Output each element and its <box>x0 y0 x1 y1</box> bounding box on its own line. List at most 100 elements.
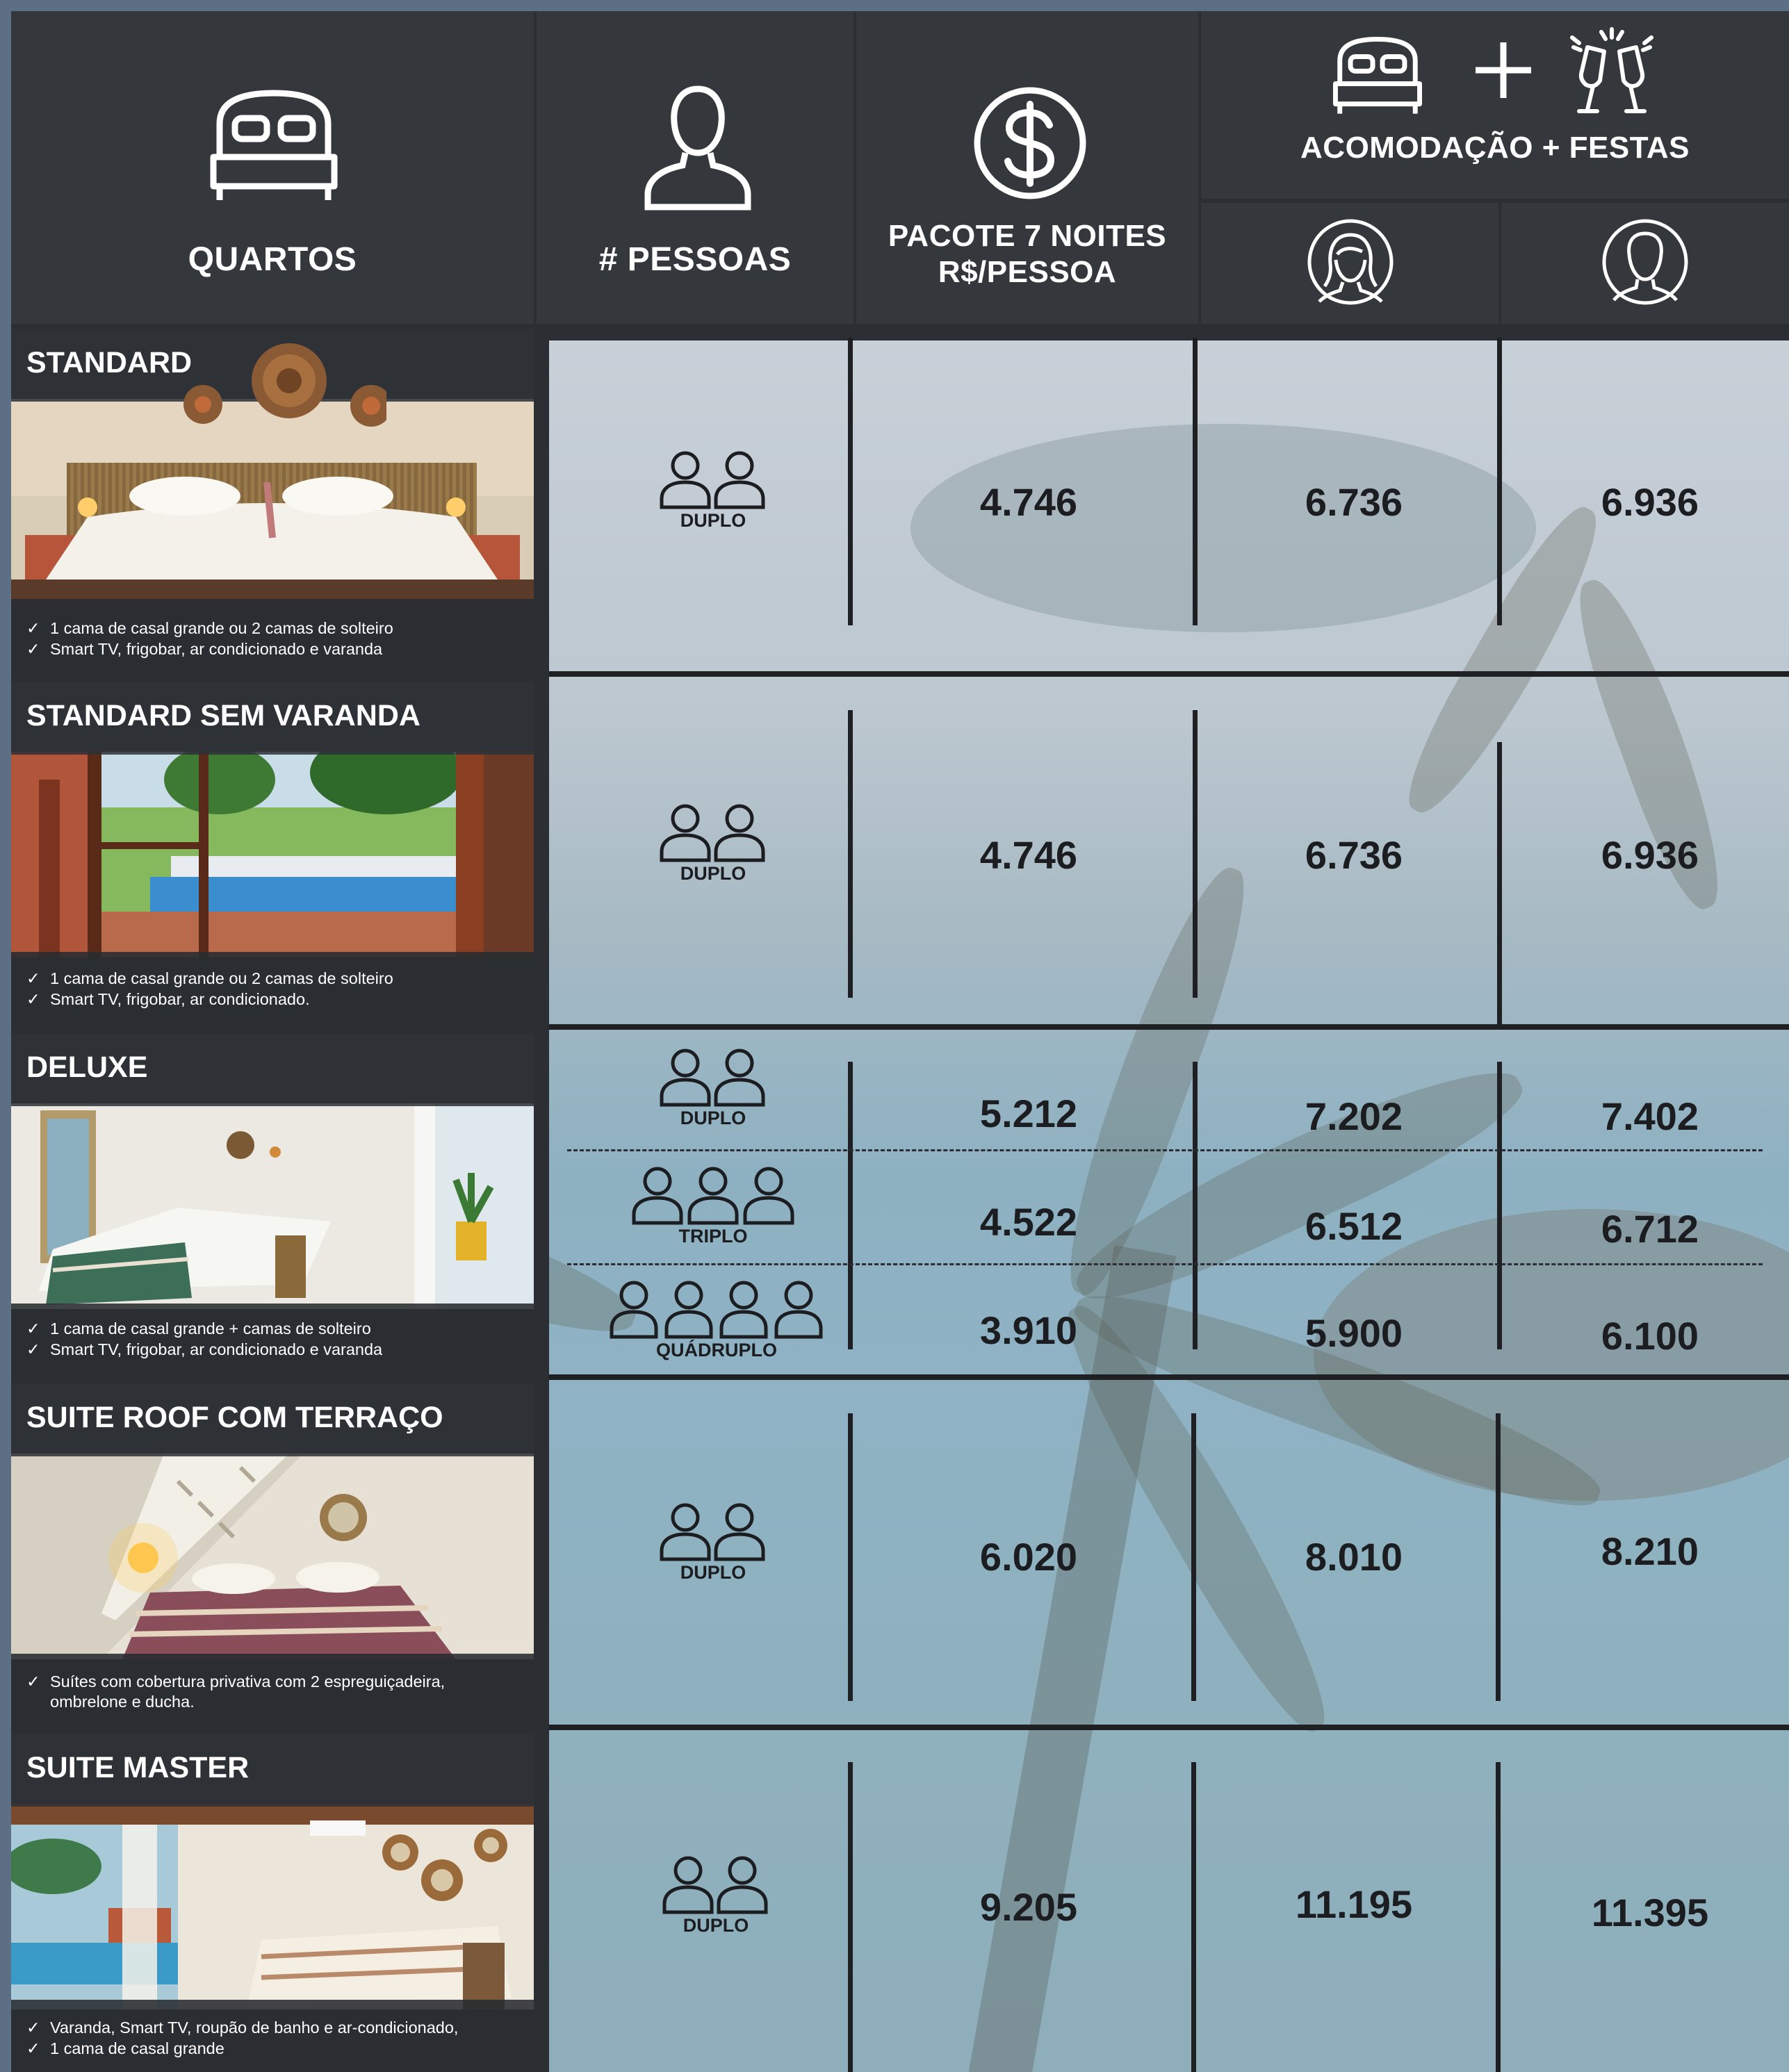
price-male: 6.100 <box>1601 1314 1699 1358</box>
dollar-icon <box>974 87 1086 199</box>
occupancy-label: DUPLO <box>680 863 746 884</box>
row-separator <box>549 671 1789 677</box>
check-icon: ✓ <box>26 969 40 987</box>
column-divider <box>1191 1762 1196 2072</box>
four-people-icon <box>610 1281 823 1339</box>
price-female: 5.900 <box>1305 1311 1403 1355</box>
room-feature: ✓ 1 cama de casal grande ou 2 camas de so… <box>26 619 393 637</box>
header-male-cell <box>1501 203 1789 324</box>
header-package-line2: R$/PESSOA <box>938 255 1117 289</box>
column-divider <box>848 338 853 625</box>
room-feature: ✓ Varanda, Smart TV, roupão de banho e ar… <box>26 2018 459 2037</box>
room-title: DELUXE <box>26 1051 148 1084</box>
room-feature: ✓ Smart TV, frigobar, ar condicionado e v… <box>26 1340 383 1358</box>
occupancy-triplo: TRIPLO <box>609 1165 817 1247</box>
price-male: 11.395 <box>1591 1891 1709 1934</box>
occupancy-duplo: DUPLO <box>630 1501 797 1584</box>
price-female: 11.195 <box>1295 1882 1413 1926</box>
column-divider <box>848 1762 853 2072</box>
header-combo-label: ACOMODAÇÃO + FESTAS <box>1300 131 1690 165</box>
room-card-suite-master: SUITE MASTER ✓ Varanda, Smart TV, roupão … <box>11 1734 534 2072</box>
column-divider <box>1193 338 1198 625</box>
bed-icon <box>210 90 338 200</box>
three-people-icon <box>632 1167 794 1225</box>
dashed-separator <box>567 1149 1763 1151</box>
price-female: 8.010 <box>1305 1535 1403 1579</box>
price-female: 6.512 <box>1305 1204 1403 1248</box>
column-divider <box>1193 1062 1198 1349</box>
price-female: 6.736 <box>1305 833 1403 877</box>
price-package: 5.212 <box>979 1092 1078 1135</box>
column-divider <box>1496 1413 1501 1701</box>
room-photo-suite-master <box>11 1804 534 2009</box>
price-package: 6.020 <box>979 1535 1078 1579</box>
check-icon: ✓ <box>26 619 40 637</box>
room-photo-deluxe <box>11 1103 534 1309</box>
price-male: 6.936 <box>1601 833 1699 877</box>
room-feature: ✓ 1 cama de casal grande <box>26 2039 224 2057</box>
room-title: SUITE MASTER <box>26 1751 250 1784</box>
room-photo-suite-roof <box>11 1454 534 1659</box>
price-package: 4.746 <box>979 833 1078 877</box>
room-title: STANDARD <box>26 346 193 379</box>
column-divider <box>1496 1762 1501 2072</box>
room-feature: ✓ Smart TV, frigobar, ar condicionado. <box>26 990 310 1008</box>
two-people-icon <box>660 1503 765 1561</box>
price-male: 6.712 <box>1601 1207 1699 1251</box>
room-feature: ✓ Suítes com cobertura privativa com 2 es… <box>26 1672 446 1691</box>
check-icon: ✓ <box>26 1672 40 1691</box>
price-package: 4.522 <box>979 1200 1078 1244</box>
check-icon: ✓ <box>26 1340 40 1358</box>
room-card-suite-roof: SUITE ROOF COM TERRAÇO ✓ Suítes com cober… <box>11 1384 534 1726</box>
male-avatar-icon <box>1602 219 1688 305</box>
price-male: 8.210 <box>1601 1529 1699 1573</box>
column-divider <box>848 1413 853 1701</box>
room-card-standard: STANDARD ✓ 1 cama de casal grande ou 2 ca… <box>11 329 534 671</box>
occupancy-quadruplo: QUÁDRUPLO <box>609 1278 824 1361</box>
two-people-icon <box>660 804 765 862</box>
price-package: 9.205 <box>979 1885 1078 1929</box>
room-card-standard-sem-varanda: STANDARD SEM VARANDA ✓ 1 cama de casal gr… <box>11 682 534 1024</box>
row-separator <box>549 1725 1789 1730</box>
column-divider <box>848 1062 853 1349</box>
row-separator <box>549 1024 1789 1030</box>
header-package-line1: PACOTE 7 NOITES <box>888 219 1167 253</box>
price-package: 4.746 <box>979 480 1078 524</box>
two-people-icon <box>660 1049 765 1107</box>
column-divider <box>1193 710 1198 998</box>
check-icon: ✓ <box>26 2039 40 2057</box>
room-card-deluxe: DELUXE ✓ 1 cama de casal grande + camas d… <box>11 1034 534 1376</box>
column-divider <box>1497 338 1502 625</box>
dashed-separator <box>567 1263 1763 1265</box>
price-package: 3.910 <box>979 1308 1078 1352</box>
column-divider <box>848 710 853 998</box>
occupancy-label: DUPLO <box>683 1915 749 1936</box>
occupancy-label: QUÁDRUPLO <box>656 1340 777 1360</box>
occupancy-label: DUPLO <box>680 510 746 531</box>
price-male: 6.936 <box>1601 480 1699 524</box>
header-people-label: # PESSOAS <box>598 241 792 278</box>
two-people-icon <box>660 451 765 509</box>
room-feature: ✓ 1 cama de casal grande ou 2 camas de so… <box>26 969 393 987</box>
check-icon: ✓ <box>26 2018 40 2037</box>
person-icon <box>644 85 751 211</box>
header-package: PACOTE 7 NOITES R$/PESSOA <box>856 11 1198 324</box>
column-divider <box>1191 1413 1196 1701</box>
check-icon: ✓ <box>26 1319 40 1338</box>
header-people: # PESSOAS <box>537 11 853 324</box>
check-icon: ✓ <box>26 640 40 658</box>
bed-icon <box>1333 36 1422 114</box>
pricing-table: QUARTOS # PESSOAS PACOTE 7 NOITES R$/PES… <box>11 11 1789 2072</box>
room-photo-standard-sem-varanda <box>11 752 534 957</box>
room-feature: ✓ 1 cama de casal grande + camas de solte… <box>26 1319 371 1338</box>
female-avatar-icon <box>1307 219 1394 305</box>
occupancy-label: TRIPLO <box>678 1226 748 1247</box>
column-divider <box>1497 742 1502 1030</box>
header-rooms: QUARTOS <box>11 11 534 324</box>
header-rooms-label: QUARTOS <box>188 241 357 278</box>
check-icon: ✓ <box>26 990 40 1008</box>
price-female: 7.202 <box>1305 1094 1403 1138</box>
wall-decor-baskets <box>183 343 386 427</box>
column-divider <box>1497 1062 1502 1349</box>
room-title: SUITE ROOF COM TERRAÇO <box>26 1401 443 1434</box>
